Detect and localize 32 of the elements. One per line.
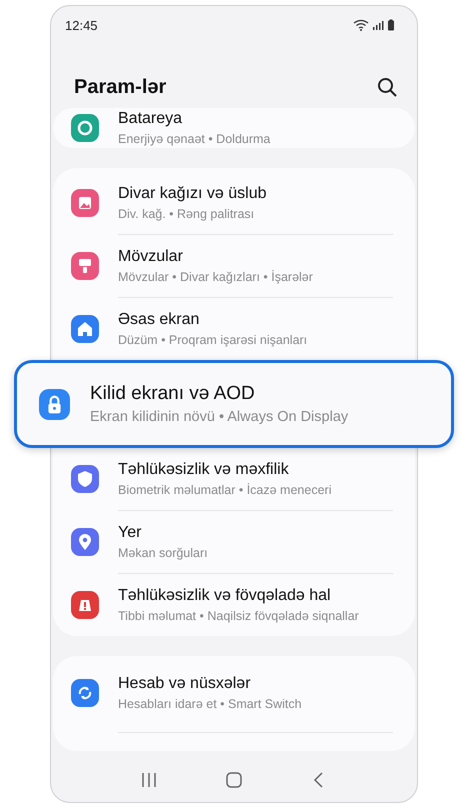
item-subtitle: Ekran kilidinin növü • Always On Display [90,409,348,425]
page-title: Param-lər [74,76,166,98]
item-title: Batareya [118,110,184,128]
settings-item[interactable]: Kilid ekranı və AOD Ekran kilidinin növü • Always On Display [14,360,454,448]
item-title: Təhlükəsizlik və fövqəladə hal [118,587,332,605]
item-title: Mövzular [118,248,184,266]
item-subtitle: Biometrik məlumatlar • İcazə meneceri [118,483,332,497]
item-title: Yer [118,524,142,542]
settings-item[interactable]: Mövzular Mövzular • Divar kağızları • İşarələr [53,235,415,297]
status-time: 12:45 [65,18,98,32]
settings-item[interactable]: Divar kağızı və üslub Div. kağ. • Rəng palitrası [53,172,415,234]
item-subtitle: Tibbi məlumat • Naqilsiz fövqəladə siqnallar [118,609,359,623]
item-subtitle: Məkan sorğuları [118,546,208,560]
settings-item[interactable]: Yer Məkan sorğuları [53,511,415,573]
settings-item[interactable]: Təhlükəsizlik və fövqəladə hal Tibbi məlumat • Naqilsiz fövqəladə siqnallar [53,574,415,636]
item-title: Divar kağızı və üslub [118,185,267,203]
item-subtitle: Düzüm • Proqram işarəsi nişanları [118,333,308,347]
settings-item[interactable]: Batareya Enerjiyə qənaət • Doldurma [53,108,415,148]
settings-item[interactable]: Təhlükəsizlik və məxfilik Biometrik məlumatlar • İcazə meneceri [53,448,415,510]
item-subtitle: Div. kağ. • Rəng palitrası [118,207,256,221]
recent-apps-icon[interactable] [140,772,158,788]
item-title: Kilid ekranı və AOD [90,383,256,405]
settings-item[interactable]: Əsas ekran Düzüm • Proqram işarəsi nişanları [53,298,415,360]
item-subtitle: Mövzular • Divar kağızları • İşarələr [118,270,313,284]
home-button-icon[interactable] [224,772,243,788]
search-icon[interactable] [377,77,397,97]
item-subtitle: Hesabları idarə et • Smart Switch [118,697,302,711]
item-title: Əsas ekran [118,311,200,329]
item-title: Hesab və nüsxələr [118,675,252,693]
item-title: Təhlükəsizlik və məxfilik [118,461,290,479]
item-subtitle: Enerjiyə qənaət • Doldurma [118,132,270,146]
settings-item[interactable]: Hesab və nüsxələr Hesabları idarə et • Smart Switch [53,662,415,724]
